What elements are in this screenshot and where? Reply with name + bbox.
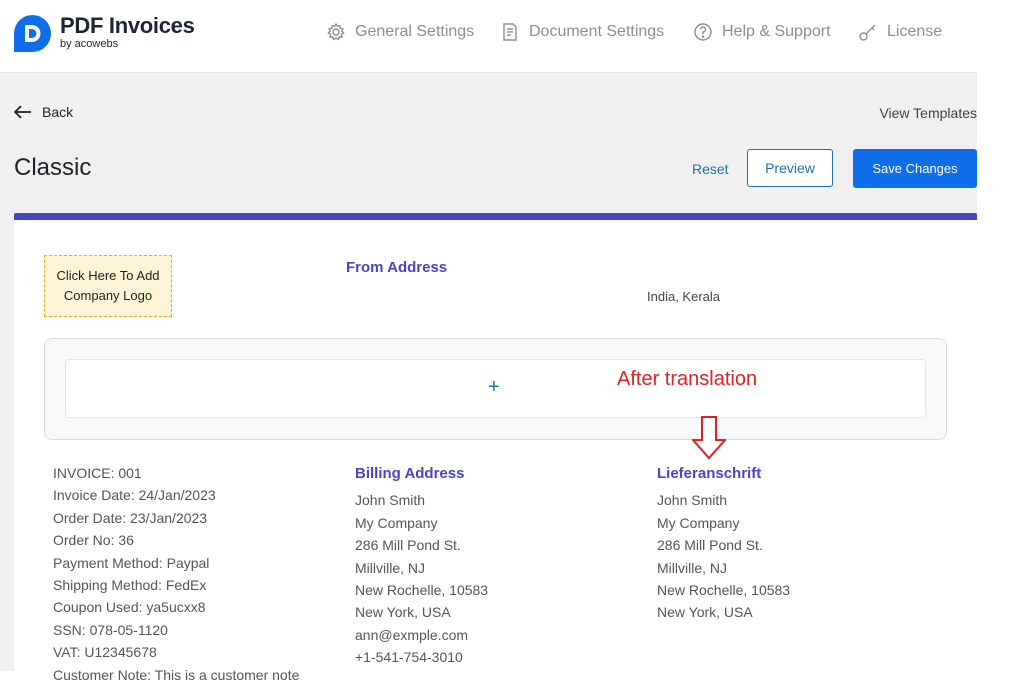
document-icon	[503, 23, 517, 41]
pdf-invoices-logo-icon	[14, 15, 51, 52]
shipping-address-line: John Smith	[657, 492, 728, 509]
back-label: Back	[42, 104, 74, 120]
shipping-address-line: New Rochelle, 10583	[657, 582, 791, 599]
invoice-info-line: Invoice Date: 24/Jan/2023	[53, 487, 216, 504]
nav-help-support[interactable]: Help & Support	[693, 21, 831, 43]
nav-document-settings-label: Document Settings	[529, 23, 665, 40]
invoice-info-line: Order Date: 23/Jan/2023	[53, 509, 208, 526]
billing-address-line: New York, USA	[355, 604, 451, 621]
billing-address-column: Billing Address John Smith My Company 28…	[355, 463, 488, 669]
invoice-info-line: Customer Note: This is a customer note	[53, 666, 300, 683]
save-changes-button[interactable]: Save Changes	[853, 149, 977, 188]
reset-link[interactable]: Reset	[692, 161, 729, 177]
from-address-line: India, Kerala	[647, 289, 720, 304]
shipping-address-line: New York, USA	[657, 604, 753, 621]
invoice-info-line: VAT: U12345678	[53, 644, 157, 661]
brand-subtitle: by acowebs	[60, 38, 119, 50]
gear-icon	[327, 22, 345, 41]
add-company-logo-box[interactable]: Click Here To Add Company Logo	[44, 255, 172, 317]
billing-address-line: Millville, NJ	[355, 559, 425, 576]
billing-address-line: New Rochelle, 10583	[355, 582, 489, 599]
shipping-address-line: 286 Mill Pond St.	[657, 537, 763, 554]
preview-button[interactable]: Preview	[747, 149, 833, 187]
invoice-info-line: INVOICE: 001	[53, 465, 142, 481]
down-arrow-icon	[692, 416, 726, 460]
annotation-text: After translation	[617, 368, 758, 390]
nav-license-label: License	[887, 23, 943, 40]
invoice-info-line: Order No: 36	[53, 532, 134, 549]
page-title: Classic	[14, 154, 92, 181]
billing-address-line: ann@exmple.com	[355, 626, 469, 643]
nav-help-support-label: Help & Support	[722, 23, 831, 40]
view-templates-link[interactable]: View Templates	[879, 105, 977, 121]
nav-general-settings[interactable]: General Settings	[326, 21, 474, 43]
billing-address-line: +1-541-754-3010	[355, 649, 463, 666]
invoice-info-line: Shipping Method: FedEx	[53, 577, 207, 594]
invoice-info-column: INVOICE: 001 Invoice Date: 24/Jan/2023 O…	[53, 462, 299, 686]
help-icon	[694, 23, 712, 41]
shipping-address-title: Lieferanschrift	[657, 465, 762, 482]
top-navigation-bar: PDF Invoices by acowebs General Settings…	[0, 0, 977, 73]
nav-license[interactable]: License	[858, 21, 942, 43]
invoice-info-line: Coupon Used: ya5ucxx8	[53, 599, 206, 616]
shipping-address-line: Millville, NJ	[657, 559, 727, 576]
billing-address-title: Billing Address	[355, 465, 465, 482]
invoice-info-line: Payment Method: Paypal	[53, 554, 210, 571]
add-section-button[interactable]: +	[488, 376, 500, 399]
from-address-title: From Address	[346, 259, 448, 276]
nav-document-settings[interactable]: Document Settings	[500, 21, 664, 43]
arrow-left-icon	[14, 105, 31, 119]
brand-name: PDF Invoices	[60, 13, 195, 38]
billing-address-line: John Smith	[355, 492, 426, 509]
shipping-address-line: My Company	[657, 514, 740, 531]
billing-address-line: My Company	[355, 514, 438, 531]
invoice-info-line: SSN: 078-05-1120	[53, 621, 168, 638]
shipping-address-column: Lieferanschrift John Smith My Company 28…	[657, 463, 790, 624]
billing-address-line: 286 Mill Pond St.	[355, 537, 461, 554]
back-button[interactable]: Back	[14, 104, 73, 120]
nav-general-settings-label: General Settings	[355, 23, 475, 40]
key-icon	[859, 24, 876, 41]
